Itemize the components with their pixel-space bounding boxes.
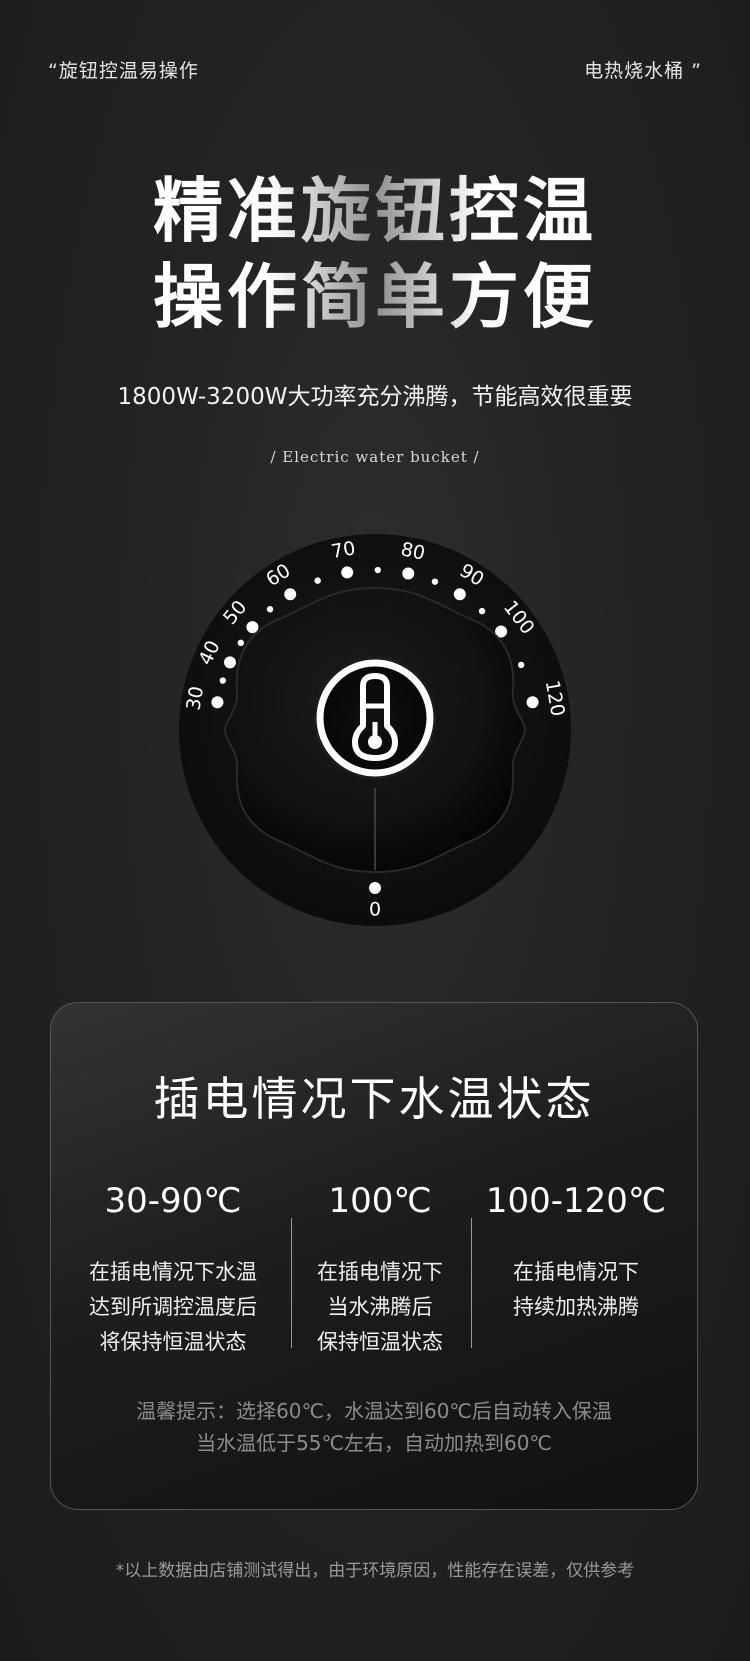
water-temperature-card: 插电情况下水温状态 30-90℃ 在插电情况下水温 达到所调控温度后 将保持恒温… [50, 1002, 698, 1510]
top-right-tag: 电热烧水桶 ” [584, 60, 702, 82]
desc-line: 达到所调控温度后 [89, 1295, 257, 1319]
scale-dot [526, 696, 539, 709]
scale-label: 30 [182, 684, 208, 712]
warm-tip: 温馨提示：选择60℃，水温达到60℃后自动转入保温 当水温低于55℃左右，自动加… [51, 1395, 697, 1459]
knob-graphic: 3040506070 80901001200 [179, 534, 571, 926]
temp-value: 100-120℃ [485, 1181, 667, 1221]
desc-line: 当水沸腾后 [327, 1295, 433, 1319]
scale-dot [453, 588, 466, 601]
scale-minor-dot [431, 578, 439, 585]
scale-minor-dot [219, 677, 227, 684]
tip-line: 温馨提示：选择60℃，水温达到60℃后自动转入保温 [136, 1399, 612, 1423]
scale-dot [246, 621, 259, 634]
scale-dot [402, 567, 415, 580]
scale-minor-dot [237, 639, 245, 647]
scale-dot [211, 696, 224, 709]
temp-range-100-120: 100-120℃ 在插电情况下 持续加热沸腾 [471, 1181, 681, 1325]
scale-minor-dot [478, 607, 486, 615]
scale-minor-dot [374, 566, 381, 574]
headline-line-1: 精准旋钮控温 [153, 170, 597, 252]
temp-value: 100℃ [328, 1181, 432, 1221]
desc-line: 在插电情况下 [513, 1260, 639, 1284]
card-title: 插电情况下水温状态 [153, 1072, 595, 1126]
scale-label: 70 [329, 537, 357, 563]
zero-label: 0 [369, 899, 381, 921]
temperature-knob[interactable]: 30 40 50 60 70 80 90 100 120 0 [175, 530, 575, 930]
temp-range-100: 100℃ 在插电情况下 当水沸腾后 保持恒温状态 [275, 1181, 485, 1360]
desc-line: 保持恒温状态 [317, 1330, 443, 1354]
english-tagline: / Electric water bucket / [270, 448, 480, 466]
subheadline: 1800W-3200W大功率充分沸腾，节能高效很重要 [117, 384, 633, 410]
zero-dot [369, 882, 381, 894]
scale-dot [223, 656, 236, 669]
desc-line: 在插电情况下 [317, 1260, 443, 1284]
scale-minor-dot [517, 661, 525, 669]
desc-line: 在插电情况下水温 [89, 1260, 257, 1284]
tip-line: 当水温低于55℃左右，自动加热到60℃ [196, 1431, 552, 1455]
temp-range-30-90: 30-90℃ 在插电情况下水温 达到所调控温度后 将保持恒温状态 [68, 1181, 278, 1360]
desc-line: 将保持恒温状态 [99, 1330, 247, 1354]
scale-minor-dot [314, 577, 321, 584]
headline-line-2: 操作简单方便 [153, 256, 597, 338]
scale-dot [284, 588, 297, 601]
scale-dot [341, 566, 354, 579]
disclaimer: *以上数据由店铺测试得出，由于环境原因，性能存在误差，仅供参考 [115, 1561, 635, 1581]
top-left-tag: “旋钮控温易操作 [48, 60, 199, 82]
scale-minor-dot [266, 606, 274, 613]
desc-line: 持续加热沸腾 [513, 1295, 639, 1319]
temp-value: 30-90℃ [104, 1181, 242, 1221]
headline: 精准旋钮控温 操作简单方便 [0, 168, 750, 340]
